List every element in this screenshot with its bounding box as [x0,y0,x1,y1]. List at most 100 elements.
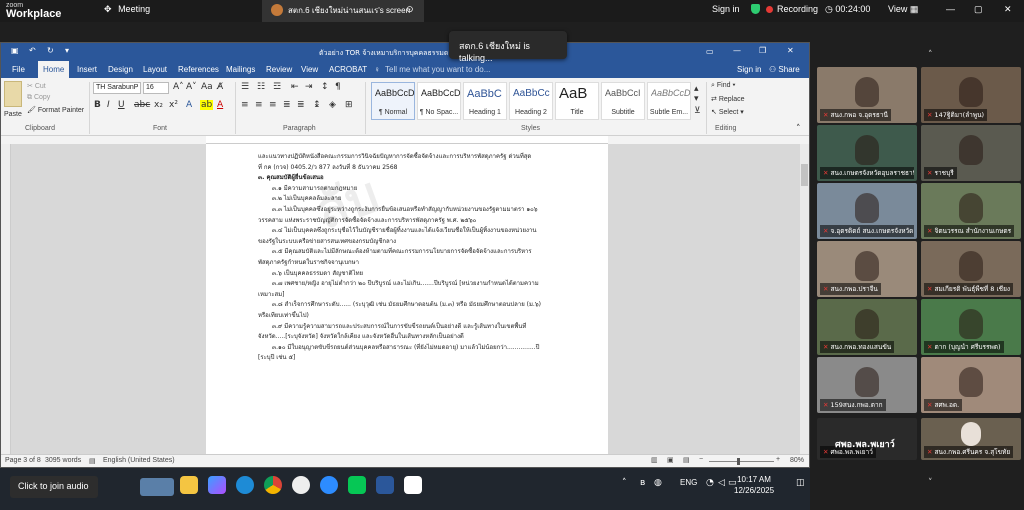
tab-meeting[interactable]: ✥ Meeting [104,4,150,15]
document-line[interactable]: ๓.๕ มีคุณสมบัติและไม่มีลักษณะต้องห้ามตาม… [258,247,578,258]
participant-tile[interactable]: ✕ ราชบุรี [921,125,1021,181]
subscript-icon[interactable]: x₂ [154,100,163,110]
justify-icon[interactable]: ≣ [283,100,291,110]
tab-design[interactable]: Design [108,65,133,74]
select-button[interactable]: ↖ Select ▾ [711,108,744,116]
bullets-icon[interactable]: ☰ [241,82,249,92]
acrobat-icon[interactable] [404,476,422,494]
format-painter-button[interactable]: 🖌 Format Painter [27,106,84,114]
clear-format-icon[interactable]: A̸ [217,82,223,92]
style-normal[interactable]: AaBbCcDı ¶ Normal [371,82,415,120]
participant-tile[interactable]: ✕ สศพ.อด. [921,357,1021,413]
document-line[interactable]: หรือเทียบเท่าขึ้นไป) [258,311,578,322]
word-app-icon[interactable] [376,476,394,494]
document-line[interactable]: ๓.๓ ไม่เป็นบุคคลซึ่งอยู่ระหว่างถูกระงับก… [258,205,578,216]
tab-screen-share[interactable]: สตก.6 เชียงใหม่น่านสนแร's screen [262,0,424,22]
decrease-indent-icon[interactable]: ⇤ [291,82,299,92]
weather-widget-icon[interactable] [140,478,174,496]
align-center-icon[interactable]: ≡ [255,100,263,110]
document-line[interactable]: ๓.๙ มีความรู้ความสามารถและประสบการณ์ในกา… [258,322,578,333]
document-line[interactable]: ๓.๒ ไม่เป็นบุคคลล้มละลาย [258,194,578,205]
shield-icon[interactable] [751,4,760,15]
participant-tile[interactable]: ✕ สมเกียรติ พันธุ์พืชที่ 8 เชียง [921,241,1021,297]
line-icon[interactable] [348,476,366,494]
document-page[interactable]: ลับ และแนวทางปฏิบัติหนังสือคณะกรรมการวิน… [206,144,608,454]
view-button[interactable]: View ▦ [888,4,918,15]
edge-icon[interactable] [236,476,254,494]
undo-icon[interactable]: ↶ [29,46,36,55]
document-line[interactable]: วรรคสาม แห่งพระราชบัญญัติการจัดซื้อจัดจ้… [258,216,578,227]
line-spacing-icon[interactable]: ↨ [313,100,321,110]
tray-chevron-icon[interactable]: ˄ [622,478,627,488]
document-line[interactable]: ๓.๑๐ มีใบอนุญาตขับขี่รถยนต์ส่วนบุคคลหรือ… [258,343,578,354]
participant-tile[interactable]: ✕ ตาก (บุญนำ ศรีบรรพต) [921,299,1021,355]
document-line[interactable]: ๓.๑ มีความสามารถตามกฎหมาย [258,184,578,195]
web-layout-icon[interactable]: ▤ [683,456,690,464]
zoom-slider[interactable] [709,461,774,462]
save-icon[interactable]: ▣ [11,46,19,55]
tab-insert[interactable]: Insert [77,65,97,74]
text-effects-icon[interactable]: A [186,100,192,110]
participant-tile[interactable]: ✕ สนง.กพอ.ปราจีน [817,241,917,297]
print-layout-icon[interactable]: ▣ [667,456,674,464]
page-count[interactable]: Page 3 of 8 [5,457,41,464]
participant-tile[interactable]: ✕ สนง.กพอ จ.อุดรธานี [817,67,917,123]
styles-scroll-down-icon[interactable]: ▾ [694,94,699,104]
chrome-icon[interactable] [264,476,282,494]
document-line[interactable]: ๓.๘ สำเร็จการศึกษาระดับ...... (ระบุวุฒิ … [258,300,578,311]
language[interactable]: English (United States) [103,457,175,464]
word-restore-icon[interactable]: ❐ [759,46,766,55]
vertical-scrollbar[interactable] [800,144,809,454]
participant-tile[interactable]: ✕ สนง.กพอ.ทองแสนขัน [817,299,917,355]
gallery-down-icon[interactable]: ˅ [928,478,933,488]
shrink-font-icon[interactable]: A˅ [186,82,197,92]
sign-in-button[interactable]: Sign in [712,4,740,14]
styles-more-icon[interactable]: ⊻ [694,106,701,116]
word-minimize-icon[interactable]: — [733,46,741,55]
maximize-icon[interactable]: ▢ [974,4,983,15]
ribbon-display-icon[interactable]: ▭ [706,47,714,56]
scroll-thumb[interactable] [801,164,808,186]
pilcrow-icon[interactable]: ¶ [335,82,341,92]
underline-icon[interactable]: U [118,100,125,110]
more-icon[interactable]: ⊙ [406,4,414,15]
style-no-spacing[interactable]: AaBbCcDı ¶ No Spac... [417,82,461,120]
tab-layout[interactable]: Layout [143,65,167,74]
align-left-icon[interactable]: ≡ [241,100,249,110]
proofing-icon[interactable]: ▤ [89,457,96,465]
participant-tile[interactable]: ✕ สนง.กพอ.ศรีนคร จ.สุโขทัย [921,418,1021,460]
bold-icon[interactable]: B [94,100,101,110]
grow-font-icon[interactable]: A˄ [173,82,184,92]
collapse-ribbon-icon[interactable]: ˄ [796,124,801,134]
change-case-icon[interactable]: Aa [201,82,213,92]
tray-app-icon[interactable]: ◍ [654,478,662,488]
replace-button[interactable]: ⇄ Replace [711,95,745,103]
tab-view[interactable]: View [301,65,318,74]
copy-button[interactable]: ⧉ Copy [27,94,50,102]
highlight-icon[interactable]: ab [200,100,214,110]
document-line[interactable]: ๓.๔ ไม่เป็นบุคคลซึ่งถูกระบุชื่อไว้ในบัญช… [258,226,578,237]
volume-icon[interactable]: ◁ [718,478,725,488]
paste-button[interactable]: Paste [4,111,22,118]
zoom-out-icon[interactable]: − [699,456,703,463]
tab-review[interactable]: Review [266,65,292,74]
minimize-icon[interactable]: — [946,4,955,14]
zoom-level[interactable]: 80% [790,457,804,464]
shading-icon[interactable]: ◈ [329,100,336,110]
taskbar-clock[interactable]: 10:17 AM 12/26/2025 [734,474,774,496]
document-line[interactable]: ของรัฐในระบบเครือข่ายสารสนเทศของกรมบัญชี… [258,237,578,248]
borders-icon[interactable]: ⊞ [345,100,353,110]
bluetooth-icon[interactable]: ʙ [640,478,645,488]
read-mode-icon[interactable]: ▥ [651,456,658,464]
sort-icon[interactable]: ↕ [321,82,329,92]
redo-icon[interactable]: ↻ [47,46,54,55]
styles-scroll-up-icon[interactable]: ▴ [694,84,699,94]
notifications-icon[interactable]: ◫ [796,478,805,488]
copilot-icon[interactable] [208,476,226,494]
participant-tile[interactable]: ✕ 159สนง.กพอ.ตาก [817,357,917,413]
input-language[interactable]: ENG [680,478,697,487]
word-sign-in[interactable]: Sign in [737,65,761,74]
word-close-icon[interactable]: ✕ [787,46,794,55]
tab-mailings[interactable]: Mailings [226,65,255,74]
align-right-icon[interactable]: ≡ [269,100,277,110]
